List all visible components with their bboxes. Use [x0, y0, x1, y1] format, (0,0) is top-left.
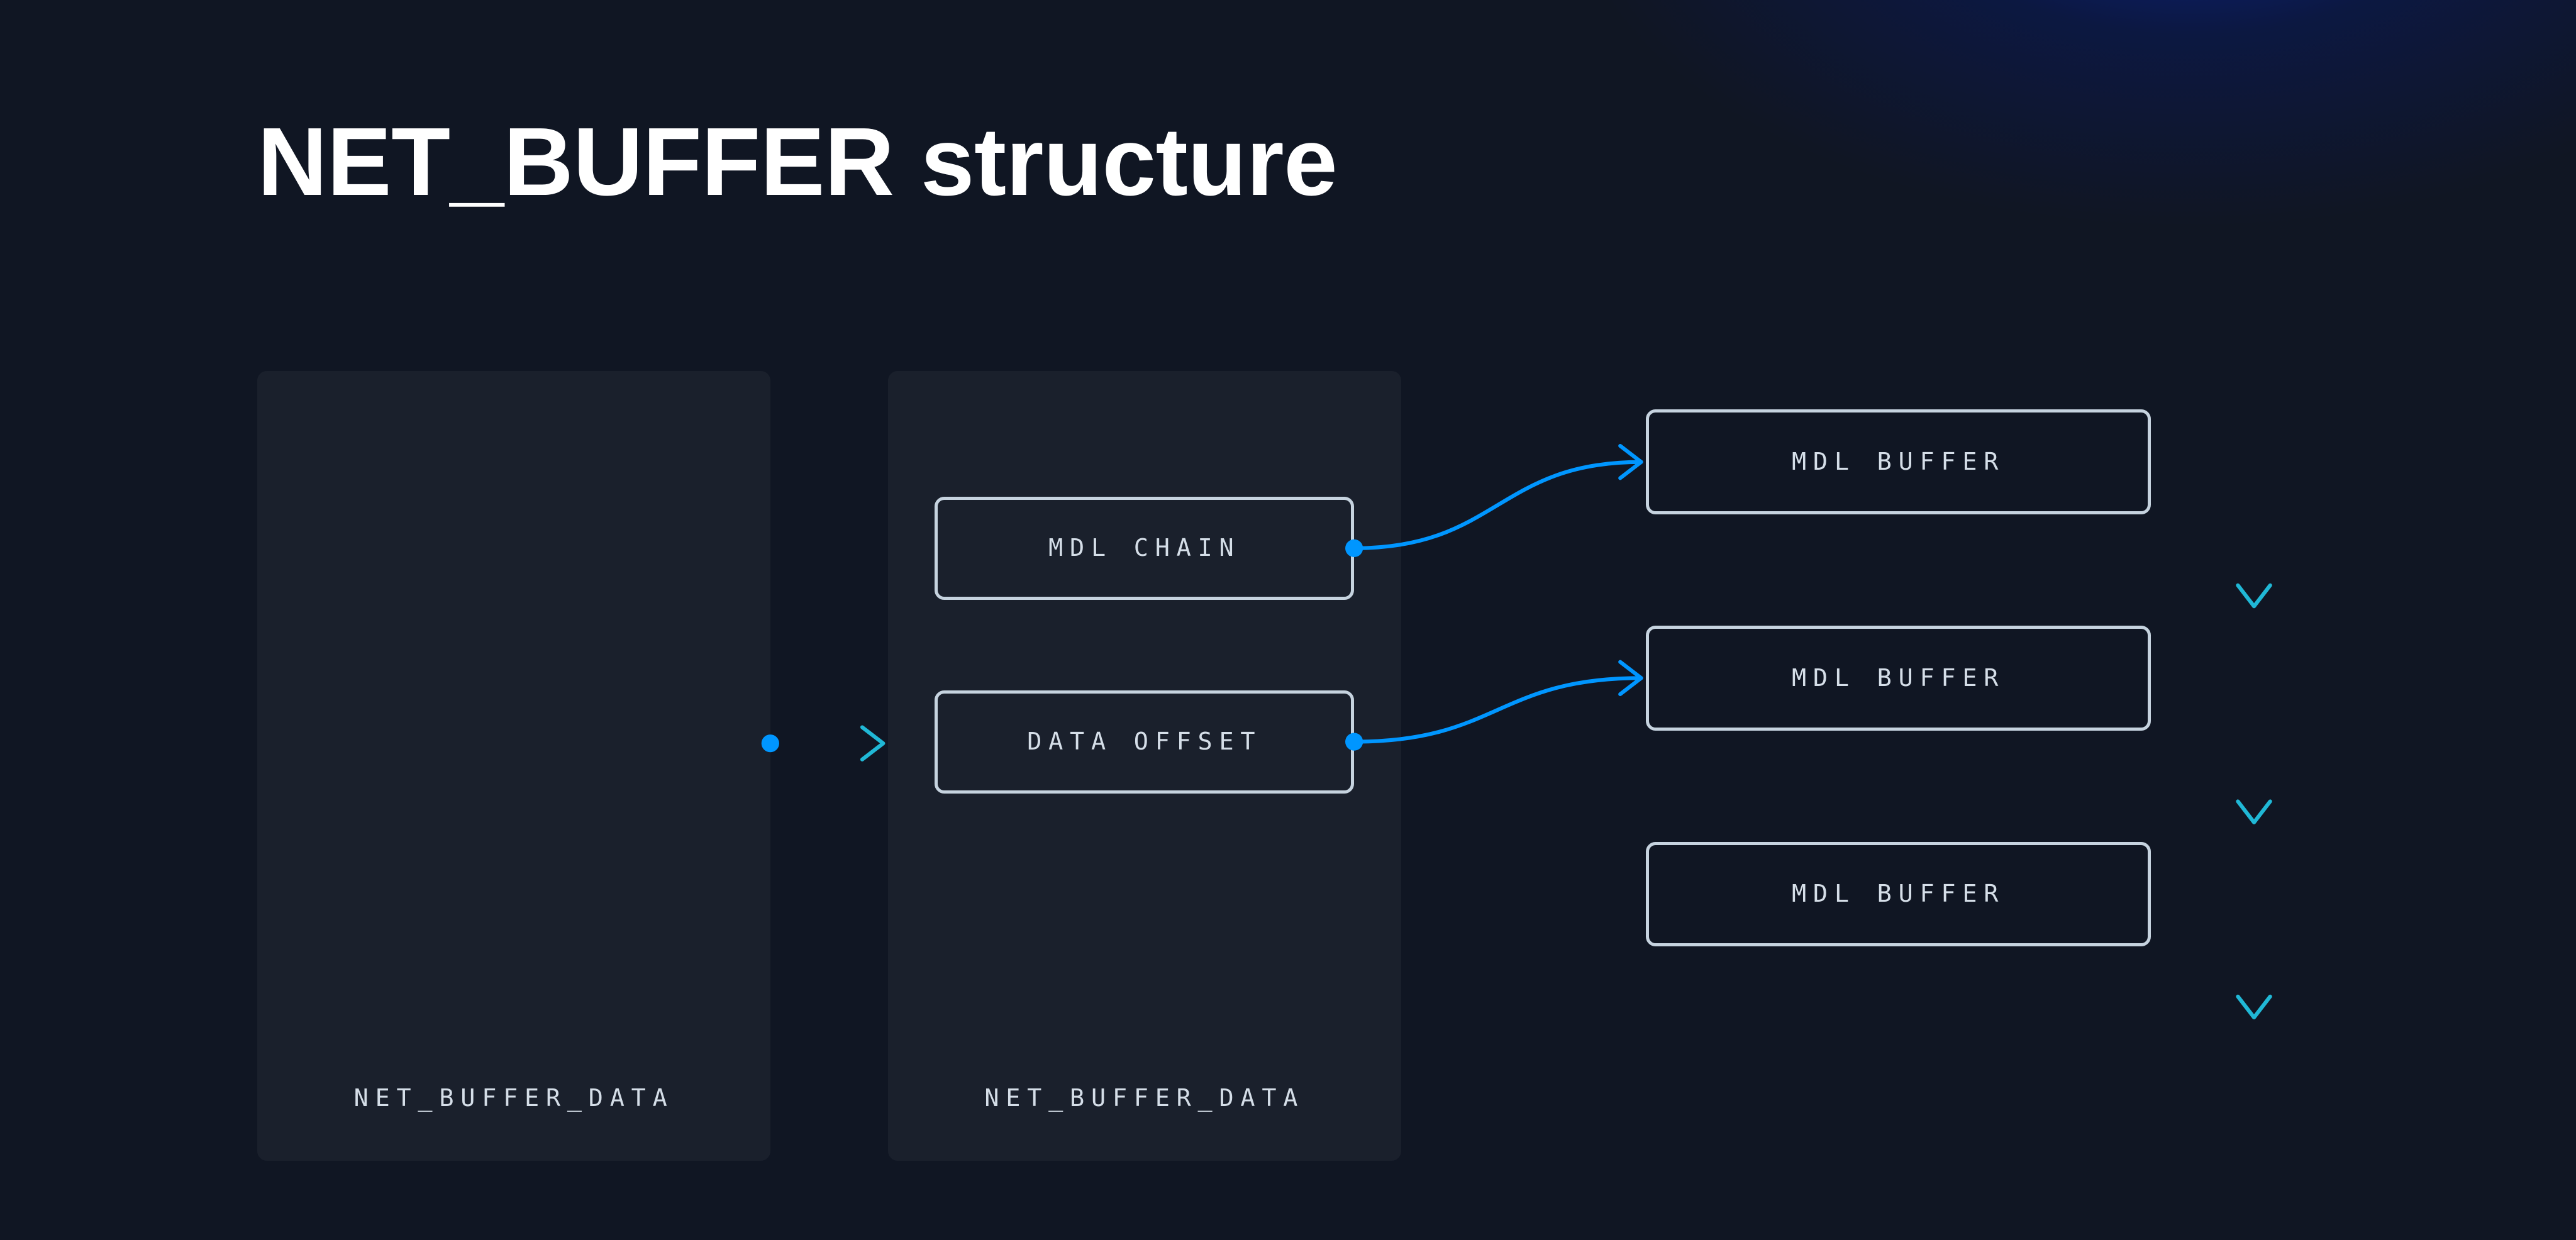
box-mdl-chain: MDL CHAIN — [935, 497, 1354, 600]
box-mdl-buffer-2: MDL BUFFER — [1646, 842, 2151, 947]
diagram-title: NET_BUFFER structure — [257, 106, 1337, 218]
box-mdl-buffer-0: MDL BUFFER — [1646, 409, 2151, 514]
panel-left-label: NET_BUFFER_DATA — [257, 1084, 770, 1112]
box-data-offset: DATA OFFSET — [935, 690, 1354, 794]
panel-netbuffer-left: NET_BUFFER_DATA — [257, 371, 770, 1161]
box-mdl-buffer-1: MDL BUFFER — [1646, 626, 2151, 731]
panel-right-label: NET_BUFFER_DATA — [888, 1084, 1401, 1112]
